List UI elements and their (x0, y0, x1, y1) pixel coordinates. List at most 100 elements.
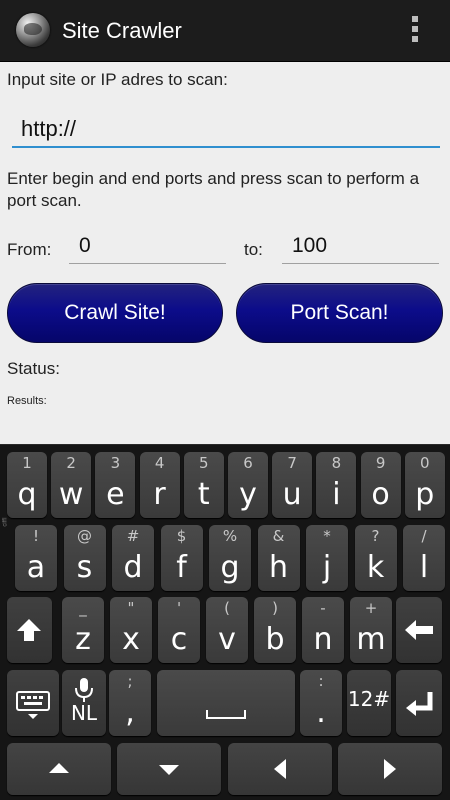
app-title: Site Crawler (62, 18, 182, 43)
key-c[interactable]: ' c (158, 597, 200, 663)
enter-key[interactable] (396, 670, 442, 736)
key-label: m (356, 622, 386, 657)
port-scan-button[interactable]: Port Scan! (236, 283, 443, 343)
key-label: h (268, 550, 288, 585)
key-l[interactable]: / l (403, 525, 445, 591)
key-q[interactable]: 1q (7, 452, 47, 518)
comma-label: , (125, 695, 135, 730)
comma-key[interactable]: ; , (109, 670, 151, 736)
key-alt-label: * (323, 527, 331, 545)
key-label: i (332, 477, 341, 512)
key-label: z (75, 622, 91, 657)
keyboard-settings-key[interactable] (7, 670, 59, 736)
keyboard-side-label: ciffI (2, 517, 9, 527)
key-r[interactable]: 4r (139, 452, 180, 518)
key-f[interactable]: $ f (160, 525, 203, 591)
shift-icon (17, 619, 41, 641)
symbols-label: 12# (347, 687, 391, 711)
key-alt-label: $ (176, 527, 187, 545)
url-input[interactable] (12, 112, 440, 148)
key-label: a (26, 550, 46, 585)
keyboard-icon (16, 691, 50, 719)
arrow-down-key[interactable] (117, 743, 221, 795)
key-a[interactable]: ! a (15, 525, 57, 591)
shift-key[interactable] (7, 597, 52, 663)
key-k[interactable]: ? k (354, 525, 397, 591)
from-port-input[interactable] (69, 228, 226, 264)
key-n[interactable]: -n (302, 597, 344, 663)
arrow-down-icon (159, 765, 179, 775)
backspace-icon (405, 620, 433, 640)
key-label: j (322, 550, 332, 585)
arrow-left-key[interactable] (228, 743, 332, 795)
key-label: w (58, 477, 84, 512)
key-u[interactable]: 7u (272, 452, 313, 518)
key-i[interactable]: 8i (316, 452, 357, 518)
key-alt-label: ? (371, 527, 380, 545)
key-alt-label: ( (224, 599, 230, 617)
key-b[interactable]: ) b (254, 597, 296, 663)
key-e[interactable]: 3e (95, 452, 136, 518)
key-alt-label: 5 (199, 454, 209, 472)
space-key[interactable] (157, 670, 295, 736)
key-label: q (17, 477, 37, 512)
to-port-input[interactable] (282, 228, 439, 264)
crawl-site-button[interactable]: Crawl Site! (7, 283, 223, 343)
instructions-text: Enter begin and end ports and press scan… (7, 169, 420, 210)
key-m[interactable]: + m (350, 597, 392, 663)
period-key[interactable]: : . (300, 670, 342, 736)
language-key[interactable]: NL (62, 670, 106, 736)
soft-keyboard: ciffI 1q2w3e4r5t6y7u8i9o0p ! a @ s # d $ f% g & h *… (0, 444, 450, 800)
key-alt-label: % (222, 527, 238, 545)
key-alt-label: 1 (22, 454, 32, 472)
key-j[interactable]: * j (306, 525, 348, 591)
url-label: Input site or IP adres to scan: (7, 70, 228, 89)
key-t[interactable]: 5t (183, 452, 224, 518)
key-s[interactable]: @ s (63, 525, 106, 591)
arrow-right-icon (384, 759, 396, 779)
key-alt-label: 0 (420, 454, 430, 472)
key-g[interactable]: % g (209, 525, 251, 591)
overflow-menu-icon[interactable] (405, 16, 425, 46)
arrow-left-icon (274, 759, 286, 779)
key-alt-label: 3 (110, 454, 121, 472)
status-label: Status: (7, 359, 60, 378)
key-alt-label: + (364, 599, 378, 617)
key-label: n (313, 622, 333, 657)
key-alt-label: ' (176, 599, 182, 617)
key-alt-label: & (272, 527, 285, 545)
key-alt-label: _ (79, 599, 87, 617)
main-content: Input site or IP adres to scan: Enter be… (0, 62, 450, 444)
key-label: d (123, 550, 143, 585)
arrow-up-key[interactable] (7, 743, 111, 795)
language-label: NL (70, 701, 98, 725)
key-o[interactable]: 9o (360, 452, 401, 518)
key-y[interactable]: 6y (228, 452, 268, 518)
key-label: f (176, 550, 187, 585)
key-alt-label: 2 (66, 454, 76, 472)
key-label: o (371, 477, 390, 512)
period-label: . (316, 695, 326, 730)
key-alt-label: " (127, 599, 135, 617)
backspace-key[interactable] (396, 597, 442, 663)
key-alt-label: - (320, 599, 326, 617)
key-label: b (265, 622, 285, 657)
key-x[interactable]: " x (110, 597, 152, 663)
key-alt-label: # (126, 527, 140, 545)
key-d[interactable]: # d (112, 525, 154, 591)
key-p[interactable]: 0p (404, 452, 445, 518)
globe-icon (16, 13, 50, 47)
key-alt-label: @ (77, 527, 92, 545)
key-label: l (419, 550, 429, 585)
key-alt-label: ! (32, 527, 39, 545)
key-h[interactable]: & h (257, 525, 300, 591)
arrow-right-key[interactable] (338, 743, 442, 795)
symbols-key[interactable]: 12# (347, 670, 391, 736)
key-label: t (197, 477, 210, 512)
key-w[interactable]: 2w (51, 452, 92, 518)
key-label: u (282, 477, 302, 512)
key-z[interactable]: _ z (62, 597, 104, 663)
key-v[interactable]: (v (206, 597, 248, 663)
period-alt-label: : (318, 672, 324, 690)
key-label: k (366, 550, 385, 585)
